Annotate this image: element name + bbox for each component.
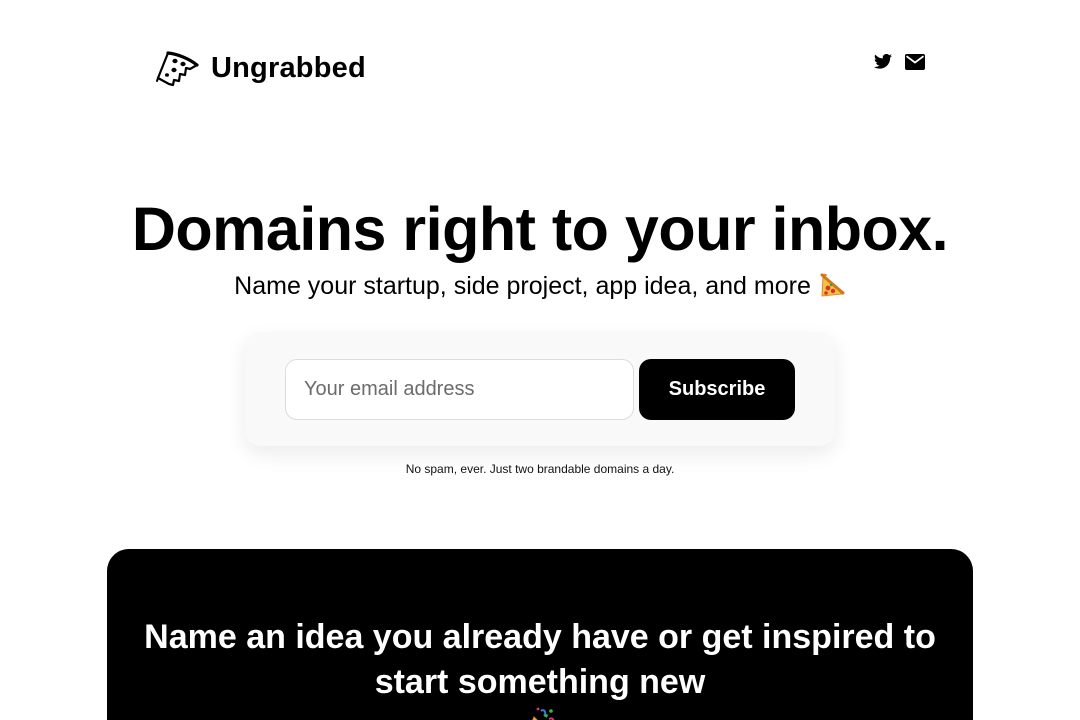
mail-icon <box>905 53 925 75</box>
signup-card: Subscribe <box>245 332 835 446</box>
pizza-slice-icon <box>155 48 201 88</box>
pizza-emoji <box>818 270 846 305</box>
twitter-icon <box>874 53 892 74</box>
email-link[interactable] <box>905 53 925 75</box>
party-popper-emoji <box>107 705 973 720</box>
social-links <box>873 53 925 75</box>
hero-subtitle: Name your startup, side project, app ide… <box>0 270 1080 305</box>
site-header: Ungrabbed <box>155 48 925 96</box>
subscribe-button[interactable]: Subscribe <box>639 359 795 420</box>
email-input[interactable] <box>285 359 634 420</box>
brand-link[interactable]: Ungrabbed <box>155 48 366 88</box>
brand-name: Ungrabbed <box>211 51 366 84</box>
hero-subtitle-text: Name your startup, side project, app ide… <box>234 272 811 301</box>
page: Ungrabbed Domains right to your inbox. N… <box>0 0 1080 720</box>
twitter-link[interactable] <box>873 53 893 74</box>
feature-title: Name an idea you already have or get ins… <box>107 615 973 720</box>
feature-title-line1: Name an idea you already have or get ins… <box>144 618 936 656</box>
feature-section: Name an idea you already have or get ins… <box>107 549 973 720</box>
feature-title-line2: start something new <box>374 663 706 701</box>
feature-title-line2-wrap: start something new <box>107 660 973 720</box>
spam-disclaimer: No spam, ever. Just two brandable domain… <box>405 462 675 476</box>
hero-title: Domains right to your inbox. <box>131 195 949 263</box>
